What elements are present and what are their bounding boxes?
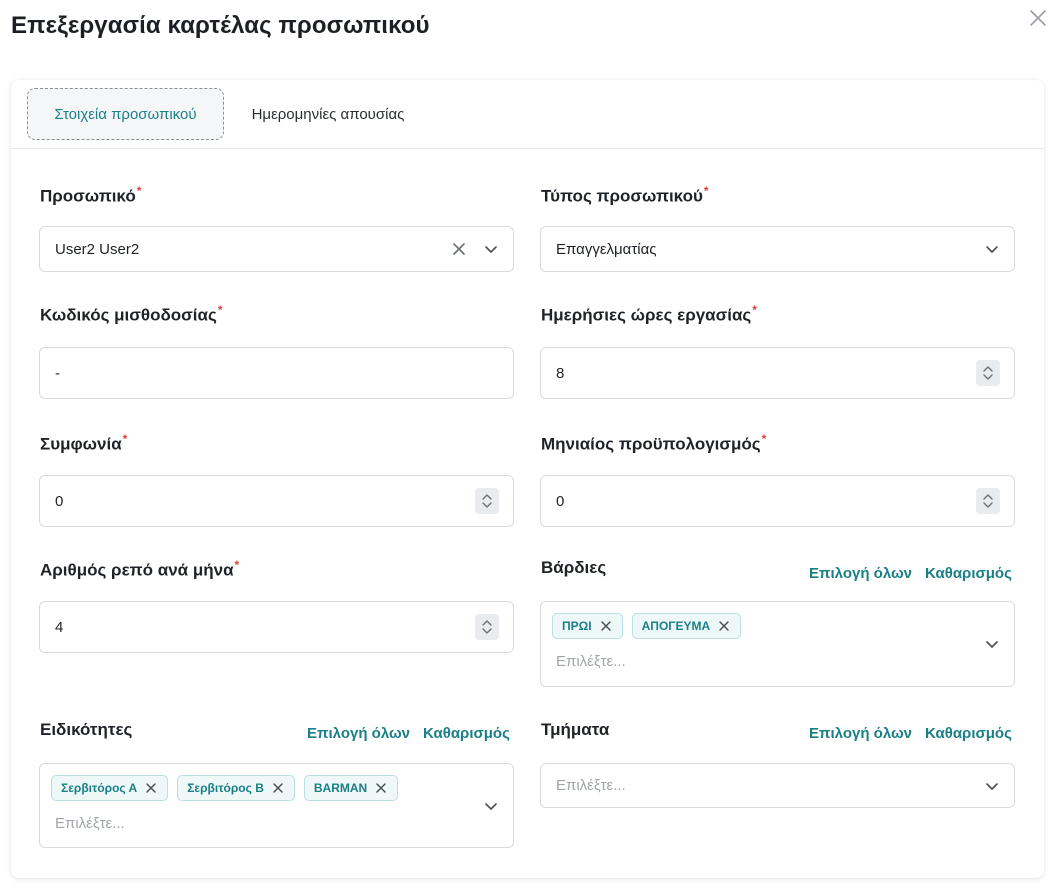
chip-label: Σερβιτόρος Α bbox=[61, 781, 138, 795]
stepper-icon[interactable] bbox=[475, 488, 499, 514]
days-off-label: Αριθμός ρεπό ανά μήνα* bbox=[40, 558, 240, 580]
chip-label: Σερβιτόρος Β bbox=[187, 781, 264, 795]
modal-title: Επεξεργασία καρτέλας προσωπικού bbox=[11, 12, 430, 39]
chip-afternoon: ΑΠΟΓΕΥΜΑ bbox=[631, 613, 742, 639]
personnel-type-value: Επαγγελματίας bbox=[556, 240, 657, 258]
payroll-code-value: - bbox=[55, 364, 60, 382]
required-mark: * bbox=[217, 303, 223, 317]
departments-select-all-link[interactable]: Επιλογή όλων bbox=[809, 725, 912, 742]
payroll-code-label: Κωδικός μισθοδοσίας* bbox=[40, 303, 223, 325]
specialties-clear-link[interactable]: Καθαρισμός bbox=[423, 725, 510, 742]
tab-absence-dates[interactable]: Ημερομηνίες απουσίας bbox=[233, 88, 423, 140]
personnel-select[interactable]: User2 User2 bbox=[39, 226, 514, 272]
personnel-card: Στοιχεία προσωπικού Ημερομηνίες απουσίας… bbox=[11, 80, 1044, 878]
tab-bar: Στοιχεία προσωπικού Ημερομηνίες απουσίας bbox=[11, 80, 1044, 149]
departments-clear-link[interactable]: Καθαρισμός bbox=[925, 725, 1012, 742]
departments-multiselect[interactable]: Επιλέξτε... bbox=[540, 763, 1015, 808]
days-off-input[interactable]: 4 bbox=[39, 601, 514, 653]
required-mark: * bbox=[761, 432, 767, 446]
agreement-input[interactable]: 0 bbox=[39, 475, 514, 527]
specialties-multiselect[interactable]: Σερβιτόρος Α Σερβιτόρος Β BARMAN Επιλέξτ… bbox=[39, 763, 514, 848]
required-mark: * bbox=[136, 184, 142, 198]
specialties-placeholder[interactable]: Επιλέξτε... bbox=[55, 815, 125, 832]
personnel-value: User2 User2 bbox=[55, 240, 140, 258]
clear-icon[interactable] bbox=[451, 241, 467, 257]
departments-label: Τμήματα bbox=[541, 720, 610, 739]
personnel-label: Προσωπικό* bbox=[40, 184, 142, 206]
required-mark: * bbox=[703, 184, 709, 198]
required-mark: * bbox=[752, 303, 757, 317]
monthly-budget-label: Μηνιαίος προϋπολογισμός* bbox=[541, 432, 767, 454]
stepper-icon[interactable] bbox=[475, 614, 499, 640]
chip-label: ΠΡΩΙ bbox=[562, 619, 592, 633]
shifts-multiselect[interactable]: ΠΡΩΙ ΑΠΟΓΕΥΜΑ Επιλέξτε... bbox=[540, 601, 1015, 687]
chevron-down-icon[interactable] bbox=[984, 241, 1000, 257]
agreement-label: Συμφωνία* bbox=[40, 432, 128, 454]
required-mark: * bbox=[234, 558, 240, 572]
specialties-select-all-link[interactable]: Επιλογή όλων bbox=[307, 725, 410, 742]
remove-chip-icon[interactable] bbox=[600, 620, 612, 632]
required-mark: * bbox=[122, 432, 128, 446]
chevron-down-icon[interactable] bbox=[483, 241, 499, 257]
agreement-value: 0 bbox=[55, 492, 64, 510]
chevron-down-icon[interactable] bbox=[483, 798, 499, 814]
shifts-clear-link[interactable]: Καθαρισμός bbox=[925, 565, 1012, 582]
monthly-budget-value: 0 bbox=[556, 492, 565, 510]
remove-chip-icon[interactable] bbox=[272, 782, 284, 794]
remove-chip-icon[interactable] bbox=[375, 782, 387, 794]
specialties-label: Ειδικότητες bbox=[40, 720, 133, 739]
days-off-value: 4 bbox=[55, 618, 64, 636]
close-icon[interactable] bbox=[1026, 6, 1050, 30]
chevron-down-icon[interactable] bbox=[984, 778, 1000, 794]
chip-waiter-a: Σερβιτόρος Α bbox=[51, 775, 169, 801]
tab-personnel-details[interactable]: Στοιχεία προσωπικού bbox=[27, 88, 224, 140]
chevron-down-icon[interactable] bbox=[984, 636, 1000, 652]
chip-label: BARMAN bbox=[313, 781, 368, 795]
shifts-select-all-link[interactable]: Επιλογή όλων bbox=[809, 565, 912, 582]
stepper-icon[interactable] bbox=[976, 360, 1000, 386]
daily-hours-input[interactable]: 8 bbox=[540, 347, 1015, 399]
shifts-placeholder[interactable]: Επιλέξτε... bbox=[556, 653, 626, 670]
remove-chip-icon[interactable] bbox=[145, 782, 157, 794]
shifts-label: Βάρδιες bbox=[541, 558, 607, 577]
shifts-chips: ΠΡΩΙ ΑΠΟΓΕΥΜΑ bbox=[552, 613, 742, 639]
payroll-code-input[interactable]: - bbox=[39, 347, 514, 399]
departments-placeholder[interactable]: Επιλέξτε... bbox=[556, 777, 626, 794]
monthly-budget-input[interactable]: 0 bbox=[540, 475, 1015, 527]
chip-label: ΑΠΟΓΕΥΜΑ bbox=[641, 619, 711, 633]
chip-barman: BARMAN bbox=[303, 775, 399, 801]
daily-hours-value: 8 bbox=[556, 364, 565, 382]
personnel-type-select[interactable]: Επαγγελματίας bbox=[540, 226, 1015, 272]
remove-chip-icon[interactable] bbox=[718, 620, 730, 632]
daily-hours-label: Ημερήσιες ώρες εργασίας* bbox=[541, 303, 757, 325]
specialties-chips: Σερβιτόρος Α Σερβιτόρος Β BARMAN bbox=[51, 775, 399, 801]
chip-morning: ΠΡΩΙ bbox=[552, 613, 623, 639]
stepper-icon[interactable] bbox=[976, 488, 1000, 514]
personnel-type-label: Τύπος προσωπικού* bbox=[541, 184, 709, 206]
chip-waiter-b: Σερβιτόρος Β bbox=[177, 775, 295, 801]
